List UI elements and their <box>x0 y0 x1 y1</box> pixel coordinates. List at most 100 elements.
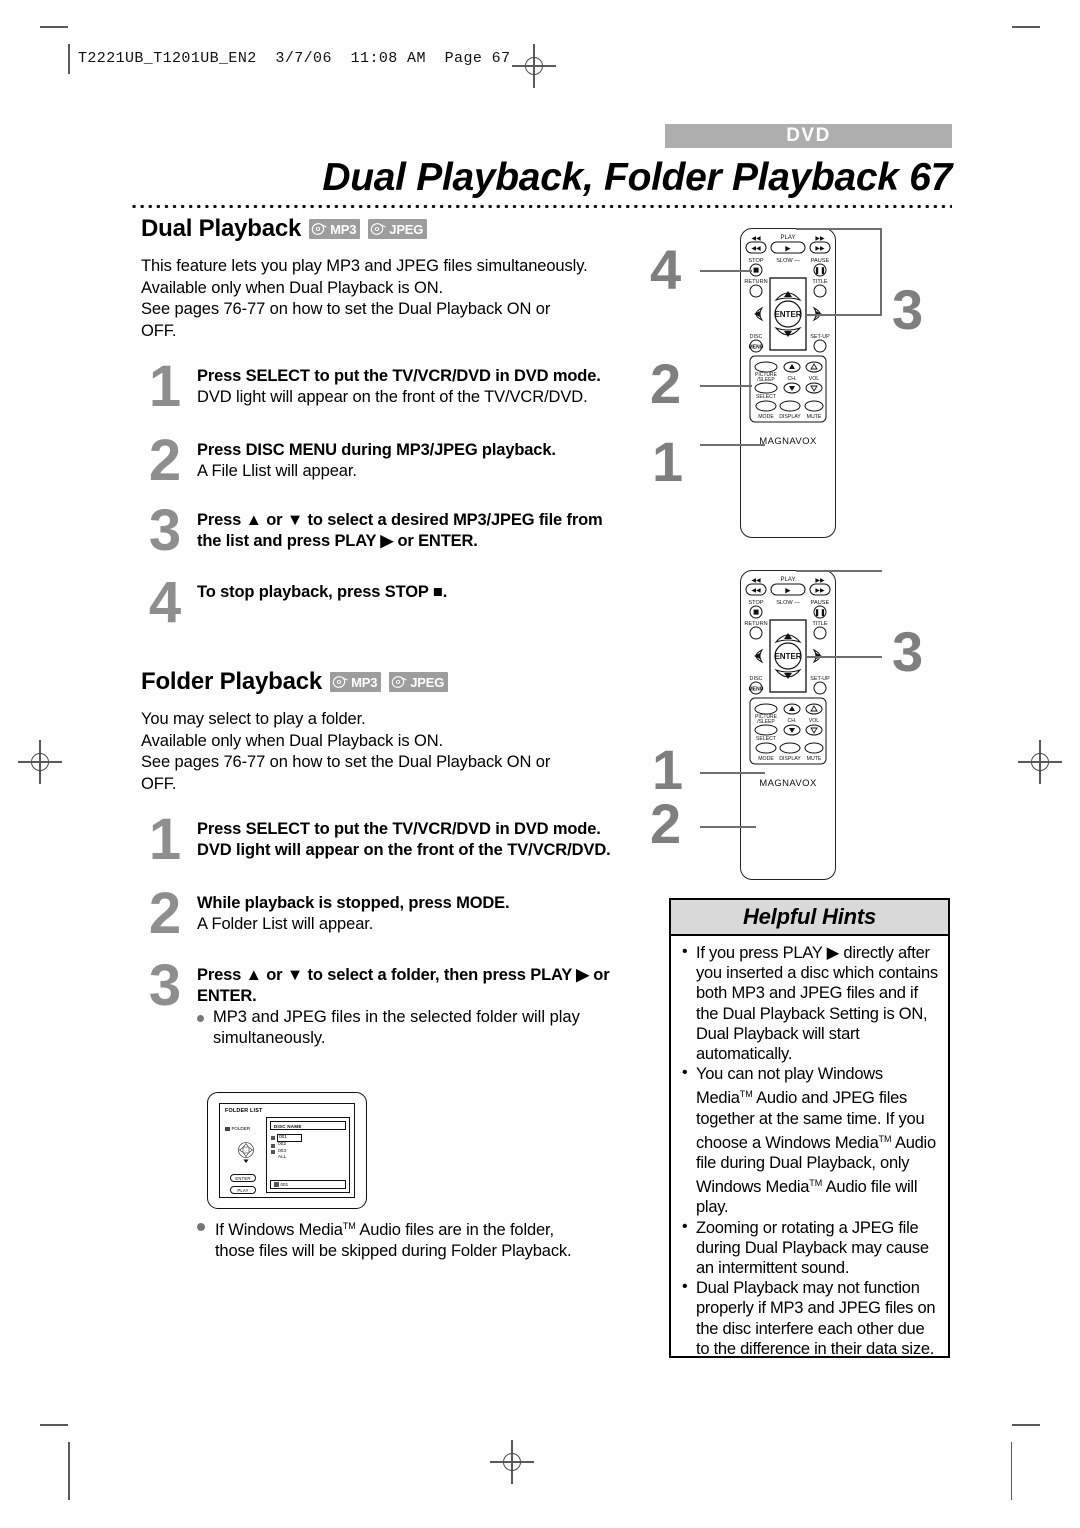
svg-text:SELECT: SELECT <box>756 736 777 742</box>
osd-folder-label: FOLDER <box>231 1126 251 1131</box>
hint-item: Dual Playback may not function properly … <box>680 1277 939 1359</box>
disc-icon <box>370 222 387 236</box>
disc-icon <box>391 675 408 689</box>
section-heading-dual-playback: Dual Playback MP3 JPEG <box>141 215 621 243</box>
svg-text:VOL: VOL <box>809 376 819 382</box>
step-item: 1 Press SELECT to put the TV/VCR/DVD in … <box>141 358 621 416</box>
svg-text:SET-UP: SET-UP <box>810 676 830 682</box>
leader-line-r2-step3-h <box>796 570 882 573</box>
svg-text:TITLE: TITLE <box>812 621 827 627</box>
svg-text:CH.: CH. <box>788 718 797 724</box>
folder-icon <box>274 1182 279 1187</box>
svg-text:SET-UP: SET-UP <box>810 334 830 340</box>
osd-dpad-illustration <box>232 1138 260 1168</box>
leader-line-r2-step3-h2 <box>806 656 882 659</box>
svg-text:◀◀: ◀◀ <box>751 236 761 242</box>
format-badge-jpeg: JPEG <box>368 219 428 239</box>
step-item: 2 Press DISC MENU during MP3/JPEG playba… <box>141 432 621 490</box>
svg-text:▶: ▶ <box>785 588 791 595</box>
svg-text:◀◀: ◀◀ <box>751 246 761 252</box>
intro-line: Available only when Dual Playback is ON. <box>141 278 444 297</box>
step-bullet: MP3 and JPEG files in the selected folde… <box>197 1007 621 1049</box>
registration-mark-right <box>1018 740 1062 784</box>
leader-line-step1 <box>700 444 765 447</box>
intro-line: OFF. <box>141 321 177 340</box>
format-badge-mp3: MP3 <box>309 219 361 239</box>
step-number: 3 <box>148 953 182 1018</box>
svg-text:MENU: MENU <box>749 687 764 693</box>
callout-number-3: 3 <box>892 278 924 341</box>
file-header: T2221UB_T1201UB_EN2 3/7/06 11:08 AM Page… <box>78 50 511 67</box>
step-heading: Press ▲ or ▼ to select a folder, then pr… <box>197 966 610 1005</box>
step-detail: DVD light will appear on the front of th… <box>197 841 611 859</box>
leader-line-step3-h <box>796 228 882 231</box>
badge-label: JPEG <box>410 674 445 690</box>
callout-number-4: 4 <box>650 238 682 301</box>
osd-item-label: ALL <box>278 1155 287 1161</box>
svg-text:MAGNAVOX: MAGNAVOX <box>759 436 817 447</box>
step-number: 3 <box>148 498 182 563</box>
folder-icon <box>271 1150 275 1155</box>
svg-text:▶▶: ▶▶ <box>815 578 825 584</box>
intro-line: See pages 76-77 on how to set the Dual P… <box>141 753 551 771</box>
svg-text:❚❚: ❚❚ <box>814 609 826 617</box>
callout-number-2: 2 <box>650 352 682 415</box>
svg-text:◀◀: ◀◀ <box>751 578 761 584</box>
svg-text:STOP: STOP <box>748 258 763 264</box>
step-heading: Press ▲ or ▼ to select a desired MP3/JPE… <box>197 511 603 550</box>
intro-line: You may select to play a folder. <box>141 710 366 728</box>
hint-text: If you press PLAY ▶ directly after you i… <box>696 944 938 1064</box>
callout-number-2: 2 <box>650 792 682 855</box>
format-badge-jpeg: JPEG <box>389 672 449 692</box>
step-number: 2 <box>148 428 182 493</box>
folder-icon <box>225 1126 230 1131</box>
helpful-hints-title: Helpful Hints <box>671 900 948 936</box>
svg-text:TITLE: TITLE <box>812 279 827 285</box>
section-title: Dual Playback <box>141 215 302 242</box>
svg-text:STOP: STOP <box>748 600 763 606</box>
folder-playback-intro: You may select to play a folder. Availab… <box>141 709 621 795</box>
svg-text:▶: ▶ <box>785 246 791 253</box>
registration-mark-bottom <box>490 1440 534 1484</box>
callout-number-1: 1 <box>652 738 684 801</box>
svg-text:SLOW —: SLOW — <box>776 258 800 264</box>
hint-item: If you press PLAY ▶ directly after you i… <box>680 942 939 1064</box>
svg-text:MENU: MENU <box>749 345 764 351</box>
osd-item[interactable]: ALL <box>271 1155 302 1161</box>
step-heading: To stop playback, press STOP ■. <box>197 583 448 601</box>
osd-key-enter: ENTER <box>230 1174 256 1182</box>
svg-text:PAUSE: PAUSE <box>811 258 830 264</box>
step-detail: DVD light will appear on the front of th… <box>197 388 588 406</box>
step-heading: While playback is stopped, press MODE. <box>197 894 510 912</box>
callout-number-1: 1 <box>652 430 684 493</box>
osd-item[interactable]: 001 <box>271 1134 303 1143</box>
svg-text:▶▶: ▶▶ <box>815 246 825 252</box>
step-detail: A Folder List will appear. <box>197 915 374 933</box>
leader-line-r2-step1 <box>700 772 765 775</box>
leader-line-step3-h2 <box>806 314 882 317</box>
osd-title: FOLDER LIST <box>225 1108 263 1114</box>
svg-text:▶▶: ▶▶ <box>815 588 825 594</box>
osd-key-play: PLAY <box>230 1186 256 1194</box>
step-number: 2 <box>148 881 182 946</box>
intro-line: Available only when Dual Playback is ON. <box>141 731 444 750</box>
svg-text:MODE: MODE <box>758 756 774 762</box>
osd-disc-name: DISC NAME <box>274 1123 302 1129</box>
leader-line-step4 <box>700 270 752 273</box>
crop-mark-bottom-right <box>1012 1424 1040 1426</box>
section-title: Folder Playback <box>141 668 323 695</box>
helpful-hints-list: If you press PLAY ▶ directly after you i… <box>671 936 948 1363</box>
registration-mark-top <box>512 44 556 88</box>
hint-item: Zooming or rotating a JPEG file during D… <box>680 1217 939 1279</box>
svg-text:/SLEEP: /SLEEP <box>757 377 775 383</box>
leader-line-r2-step2 <box>700 826 756 829</box>
svg-text:SLOW —: SLOW — <box>776 600 800 606</box>
svg-text:MODE: MODE <box>758 414 774 420</box>
svg-text:MUTE: MUTE <box>807 414 822 420</box>
footnote-text: If Windows MediaTM Audio files are in th… <box>215 1221 572 1260</box>
remote-control-diagram-2: ◀◀ PLAY ▶▶ ◀◀ ▶ ▶▶ STOP SLOW — PAUSE ❚❚ … <box>740 570 836 880</box>
step-item: 3 Press ▲ or ▼ to select a folder, then … <box>141 957 621 1049</box>
osd-file-pane: DISC NAME 001 002 003 ALL 001 <box>266 1117 350 1193</box>
svg-text:VOL: VOL <box>809 718 819 724</box>
